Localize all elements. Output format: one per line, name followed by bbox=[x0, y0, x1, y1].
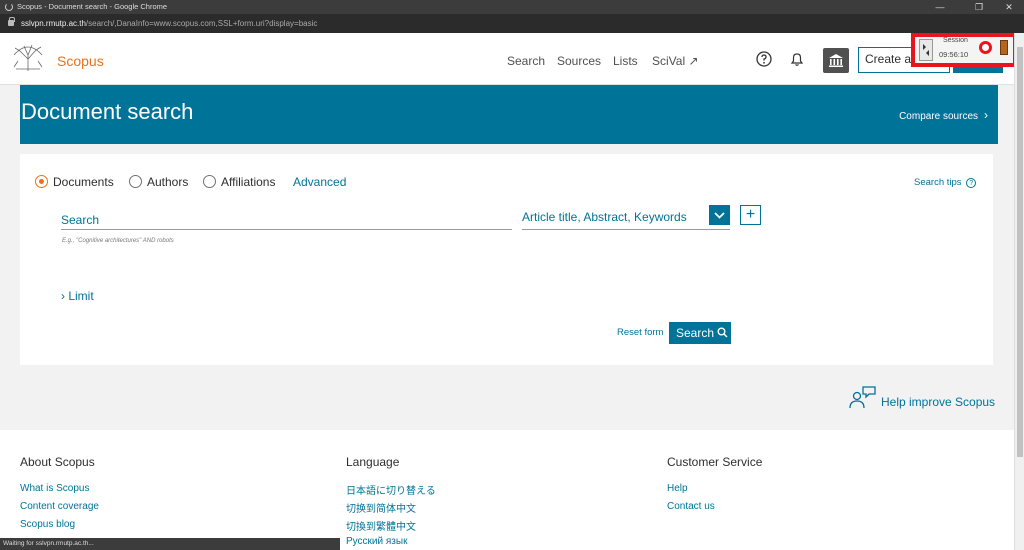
vpn-session-widget: Session 09:56:10 bbox=[911, 33, 1017, 67]
search-field-select[interactable]: Article title, Abstract, Keywords bbox=[522, 206, 730, 230]
chevron-down-icon bbox=[714, 212, 725, 219]
advanced-search-link[interactable]: Advanced bbox=[293, 175, 346, 189]
add-search-field-button[interactable]: + bbox=[740, 205, 761, 225]
footer-link-content-coverage[interactable]: Content coverage bbox=[20, 501, 99, 512]
url-text[interactable]: sslvpn.rmutp.ac.th/search/,DanaInfo=www.… bbox=[21, 14, 317, 33]
affiliations-radio-label[interactable]: Affiliations bbox=[221, 175, 275, 189]
footer-link-contact-us[interactable]: Contact us bbox=[667, 501, 715, 512]
address-bar[interactable]: sslvpn.rmutp.ac.th/search/,DanaInfo=www.… bbox=[0, 14, 1024, 33]
nav-search[interactable]: Search bbox=[507, 54, 545, 68]
page-title: Document search bbox=[21, 99, 194, 124]
documents-radio-label[interactable]: Documents bbox=[53, 175, 114, 189]
reset-form-link[interactable]: Reset form bbox=[617, 327, 663, 338]
nav-scival[interactable]: SciVal ↗ bbox=[652, 54, 699, 68]
window-title: Scopus - Document search - Google Chrome bbox=[17, 2, 168, 11]
question-icon: ? bbox=[966, 178, 977, 188]
search-icon bbox=[717, 327, 728, 338]
documents-radio[interactable] bbox=[35, 175, 48, 188]
help-icon[interactable] bbox=[755, 50, 773, 68]
footer-link-scopus-blog[interactable]: Scopus blog bbox=[20, 519, 75, 530]
authors-radio-label[interactable]: Authors bbox=[147, 175, 188, 189]
feedback-people-icon bbox=[849, 386, 876, 409]
session-timer: 09:56:10 bbox=[939, 50, 969, 59]
restore-icon[interactable]: ❐ bbox=[964, 0, 994, 14]
scrollbar-thumb[interactable] bbox=[1017, 47, 1023, 457]
browser-title-bar: Scopus - Document search - Google Chrome… bbox=[0, 0, 1024, 14]
search-input[interactable] bbox=[61, 206, 512, 230]
site-footer: About Scopus What is Scopus Content cove… bbox=[0, 430, 1014, 550]
footer-language-heading: Language bbox=[346, 455, 400, 469]
footer-link-help[interactable]: Help bbox=[667, 483, 688, 494]
close-icon[interactable]: ✕ bbox=[994, 0, 1024, 14]
institution-button[interactable] bbox=[823, 48, 849, 73]
toggle-arrows-icon[interactable] bbox=[919, 39, 933, 61]
search-hint: E.g., "Cognitive architectures" AND robo… bbox=[62, 238, 174, 244]
lock-icon bbox=[8, 17, 15, 26]
affiliations-radio[interactable] bbox=[203, 175, 216, 188]
limit-toggle[interactable]: › Limit bbox=[61, 289, 94, 303]
site-header: Scopus Search Sources Lists SciVal ↗ Cre… bbox=[0, 33, 1014, 85]
brand-name[interactable]: Scopus bbox=[57, 53, 104, 69]
field-dropdown-button[interactable] bbox=[709, 205, 730, 225]
footer-link-simplified-chinese[interactable]: 切换到简体中文 bbox=[346, 500, 416, 515]
footer-service-heading: Customer Service bbox=[667, 455, 763, 469]
minimize-icon[interactable]: — bbox=[925, 0, 955, 14]
compare-sources-link[interactable]: Compare sources › bbox=[899, 108, 988, 122]
nav-lists[interactable]: Lists bbox=[613, 54, 638, 68]
session-label: Session bbox=[943, 37, 968, 44]
signout-door-icon[interactable] bbox=[1000, 40, 1008, 55]
elsevier-logo-icon[interactable] bbox=[10, 41, 46, 73]
search-tips-link[interactable]: Search tips ? bbox=[914, 177, 977, 188]
page-scrollbar[interactable] bbox=[1014, 33, 1024, 550]
footer-link-what-is-scopus[interactable]: What is Scopus bbox=[20, 483, 89, 494]
authors-radio[interactable] bbox=[129, 175, 142, 188]
loading-icon bbox=[5, 3, 13, 11]
help-lifering-icon[interactable] bbox=[979, 41, 992, 54]
bell-icon[interactable] bbox=[788, 50, 806, 68]
chevron-right-icon: › bbox=[984, 108, 988, 122]
footer-link-russian[interactable]: Русский язык bbox=[346, 536, 407, 547]
institution-icon bbox=[829, 54, 843, 67]
help-improve-label: Help improve Scopus bbox=[881, 395, 996, 409]
footer-about-heading: About Scopus bbox=[20, 455, 95, 469]
browser-status-bar: Waiting for sslvpn.rmutp.ac.th... bbox=[0, 538, 340, 550]
search-submit-button[interactable]: Search bbox=[669, 322, 731, 344]
nav-sources[interactable]: Sources bbox=[557, 54, 601, 68]
help-improve-scopus-link[interactable]: Help improve Scopus bbox=[848, 384, 998, 412]
footer-link-japanese[interactable]: 日本語に切り替える bbox=[346, 482, 436, 497]
footer-link-traditional-chinese[interactable]: 切換到繁體中文 bbox=[346, 518, 416, 533]
page-hero: Document search Compare sources › bbox=[20, 85, 998, 144]
